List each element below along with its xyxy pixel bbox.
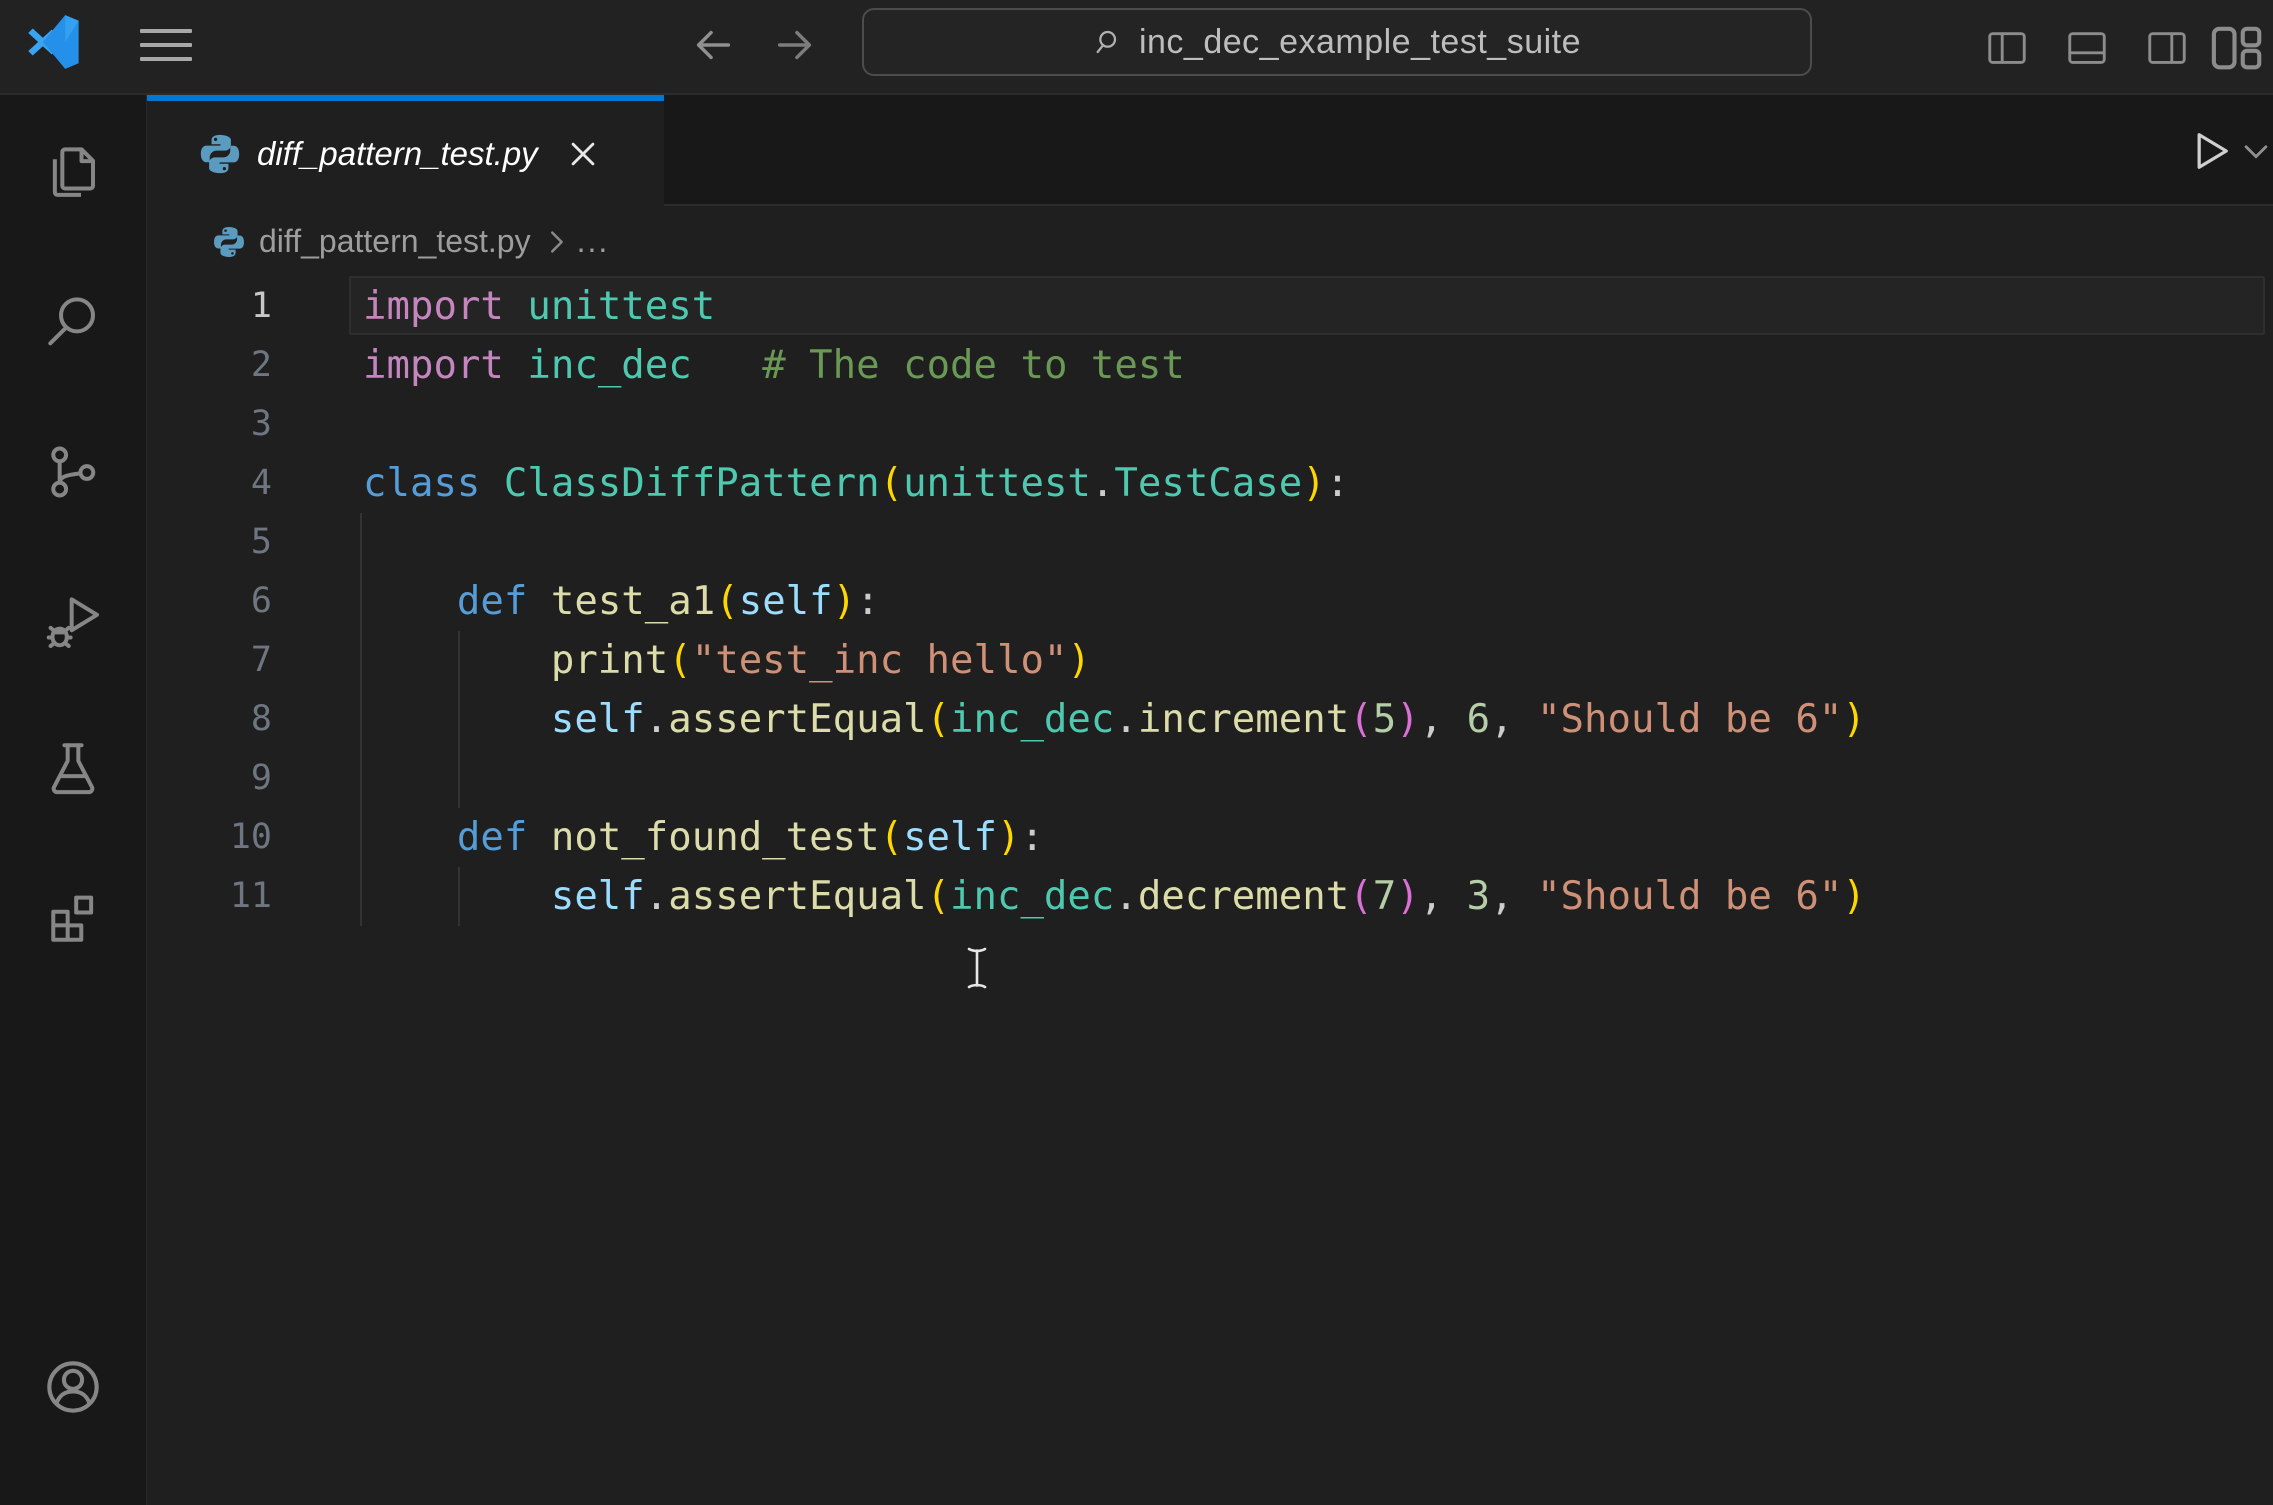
vscode-logo-icon [26,12,82,72]
code-line-3[interactable]: 3 [147,395,2273,454]
code-line-6[interactable]: 6 def test_a1(self): [147,572,2273,631]
account-icon[interactable] [0,1332,146,1442]
extensions-icon[interactable] [0,865,146,975]
line-number: 2 [250,345,272,385]
ibeam-cursor [964,945,990,991]
breadcrumb: diff_pattern_test.py ... [147,206,2273,277]
run-debug-icon[interactable] [0,567,146,677]
python-file-icon [211,224,247,260]
source-control-icon[interactable] [0,417,146,527]
tab-label: diff_pattern_test.py [257,134,538,172]
editor-actions [2181,95,2273,206]
arrow-right-icon[interactable] [772,22,818,68]
line-number: 10 [229,817,272,857]
code-line-7[interactable]: 7 print("test_inc hello") [147,631,2273,690]
toggle-panel-icon[interactable] [2047,16,2127,80]
code-text[interactable]: import inc_dec # The code to test [363,336,1185,395]
line-number: 7 [250,640,272,680]
line-number: 1 [250,286,272,326]
code-text[interactable]: import unittest [363,277,715,336]
line-number: 11 [229,876,272,916]
code-text[interactable]: self.assertEqual(inc_dec.decrement(7), 3… [363,867,1866,926]
code-line-1[interactable]: 1 import unittest [147,277,2273,336]
line-number: 3 [250,404,272,444]
testing-beaker-icon[interactable] [0,715,146,825]
python-snake-icon[interactable] [0,1472,146,1505]
toggle-primary-sidebar-icon[interactable] [1967,16,2047,80]
code-text[interactable]: def not_found_test(self): [363,808,1044,867]
search-query: inc_dec_example_test_suite [1138,22,1582,61]
layout-controls [1967,0,2273,95]
code-text[interactable]: self.assertEqual(inc_dec.increment(5), 6… [363,690,1866,749]
code-line-8[interactable]: 8 self.assertEqual(inc_dec.increment(5),… [147,690,2273,749]
command-center-search[interactable]: inc_dec_example_test_suite [862,8,1812,76]
files-explorer-icon[interactable] [0,117,146,227]
code-line-4[interactable]: 4 class ClassDiffPattern(unittest.TestCas… [147,454,2273,513]
search-sidebar-icon[interactable] [0,267,146,377]
line-number: 4 [250,463,272,503]
vscode-window: inc_dec_example_test_suite diff_pattern_… [0,0,2273,1505]
toggle-secondary-sidebar-icon[interactable] [2127,16,2207,80]
line-number: 6 [250,581,272,621]
hamburger-menu-icon[interactable] [138,24,194,68]
chevron-down-icon[interactable] [2239,122,2273,180]
run-play-icon[interactable] [2181,122,2239,180]
breadcrumb-file[interactable]: diff_pattern_test.py [259,223,531,260]
code-editor[interactable]: 1 import unittest 2 import inc_dec # The co… [147,276,2273,1505]
search-icon [1093,26,1125,58]
titlebar: inc_dec_example_test_suite [0,0,2273,95]
code-line-11[interactable]: 11 self.assertEqual(inc_dec.decrement(7)… [147,867,2273,926]
code-line-5[interactable]: 5 [147,513,2273,572]
close-icon[interactable] [564,135,602,173]
code-line-2[interactable]: 2 import inc_dec # The code to test [147,336,2273,395]
code-text[interactable]: class ClassDiffPattern(unittest.TestCase… [363,454,1349,513]
code-text[interactable]: print("test_inc hello") [363,631,1091,690]
customize-layout-icon[interactable] [2207,16,2273,80]
code-text[interactable]: def test_a1(self): [363,572,880,631]
chevron-right-icon [541,227,571,257]
code-line-10[interactable]: 10 def not_found_test(self): [147,808,2273,867]
tab-diff-pattern-test[interactable]: diff_pattern_test.py [147,95,664,206]
line-number: 9 [250,758,272,798]
activity-bar [0,95,147,1505]
line-number: 8 [250,699,272,739]
python-file-icon [197,131,243,177]
arrow-left-icon[interactable] [690,22,736,68]
editor-tab-strip: diff_pattern_test.py [147,95,2273,206]
breadcrumb-ellipsis[interactable]: ... [577,223,610,260]
line-number: 5 [250,522,272,562]
code-line-9[interactable]: 9 [147,749,2273,808]
